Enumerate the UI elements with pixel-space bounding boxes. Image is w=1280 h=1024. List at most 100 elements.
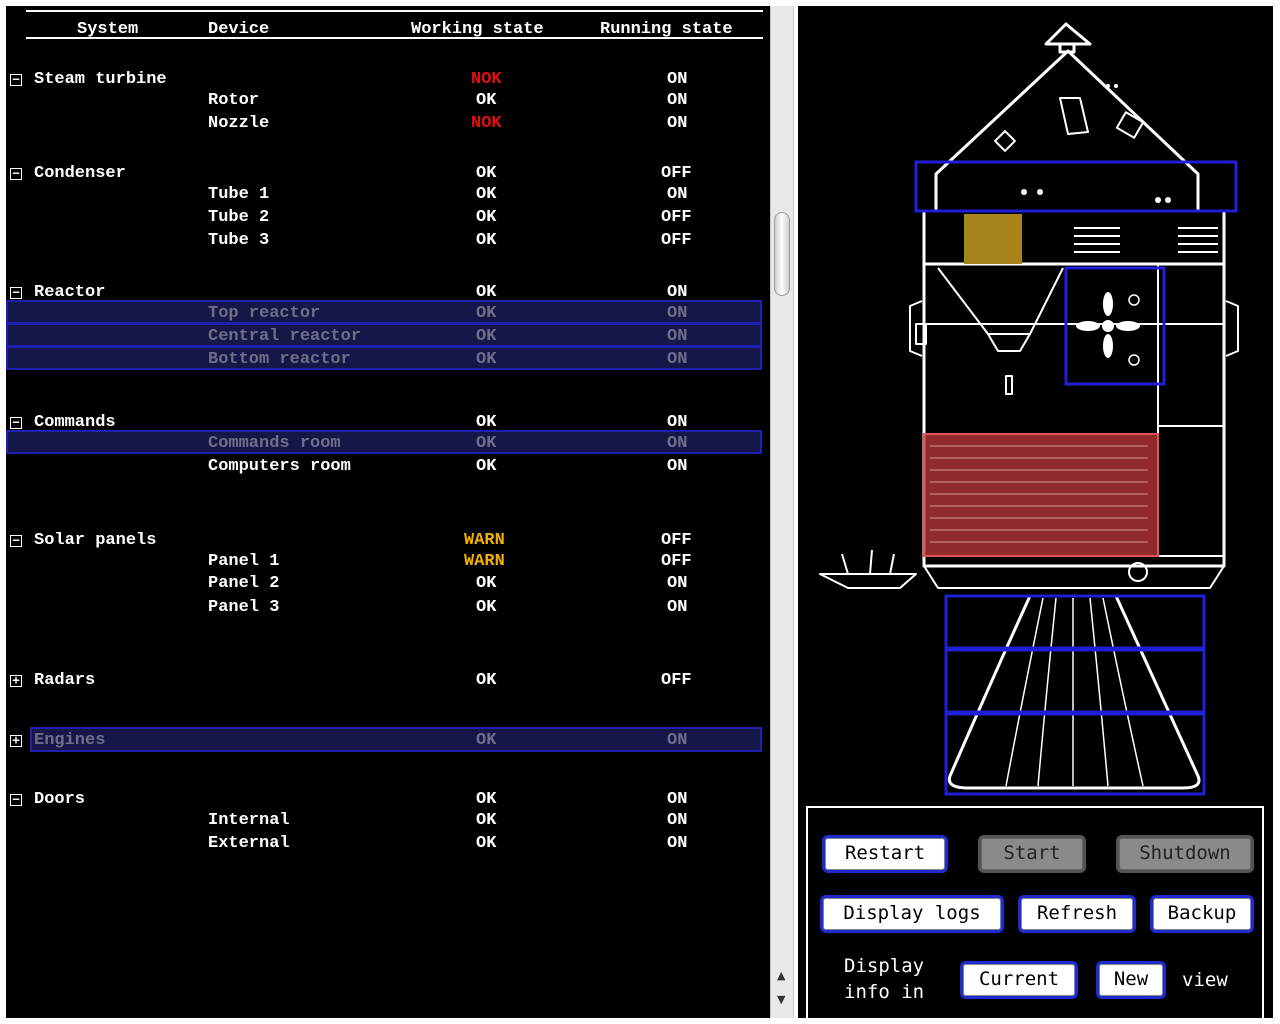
device-name[interactable]: Commands room bbox=[208, 434, 341, 454]
expand-icon[interactable]: + bbox=[10, 674, 22, 687]
scroll-down-arrow-icon[interactable]: ▼ bbox=[777, 994, 785, 1005]
device-running-state: ON bbox=[667, 91, 688, 110]
scroll-up-arrow-icon[interactable]: ▲ bbox=[777, 970, 785, 981]
device-working-state: NOK bbox=[471, 114, 502, 133]
group-name[interactable]: Steam turbine bbox=[34, 70, 167, 90]
capsule-skirt bbox=[923, 565, 1225, 589]
spacecraft-schematic bbox=[819, 22, 1239, 796]
device-working-state: OK bbox=[476, 457, 497, 476]
collapse-icon[interactable]: − bbox=[10, 73, 22, 86]
group-running-state: OFF bbox=[661, 531, 692, 550]
device-running-state: OFF bbox=[661, 552, 692, 571]
device-running-state: ON bbox=[667, 434, 688, 453]
device-working-state: OK bbox=[476, 598, 497, 617]
group-name[interactable]: Doors bbox=[34, 790, 85, 810]
device-name[interactable]: Panel 1 bbox=[208, 552, 279, 572]
group-working-state: NOK bbox=[471, 70, 502, 89]
collapse-icon[interactable]: − bbox=[10, 416, 22, 429]
group-working-state: OK bbox=[476, 164, 497, 183]
header-rule-bottom bbox=[26, 37, 763, 39]
vertical-scrollbar[interactable]: ▲ ▼ bbox=[770, 6, 794, 1018]
device-running-state: ON bbox=[667, 811, 688, 830]
device-name[interactable]: Rotor bbox=[208, 91, 259, 111]
device-name[interactable]: Nozzle bbox=[208, 114, 269, 134]
new-view-button[interactable]: New bbox=[1096, 961, 1166, 999]
refresh-button[interactable]: Refresh bbox=[1018, 895, 1136, 933]
device-name[interactable]: Central reactor bbox=[208, 327, 361, 347]
group-running-state: OFF bbox=[661, 671, 692, 690]
group-working-state: OK bbox=[476, 731, 497, 750]
header-rule-top bbox=[26, 10, 763, 12]
device-running-state: ON bbox=[667, 598, 688, 617]
shutdown-button[interactable]: Shutdown bbox=[1116, 835, 1254, 873]
group-name[interactable]: Engines bbox=[34, 731, 105, 751]
expand-icon[interactable]: + bbox=[10, 734, 22, 747]
device-working-state: WARN bbox=[464, 552, 505, 571]
device-running-state: ON bbox=[667, 304, 688, 323]
system-status-table: System Device Working state Running stat… bbox=[6, 6, 770, 1018]
spacecraft-panel: Restart Start Shutdown Display logs Refr… bbox=[798, 6, 1273, 1018]
device-name[interactable]: Panel 2 bbox=[208, 574, 279, 594]
collapse-icon[interactable]: − bbox=[10, 534, 22, 547]
group-working-state: WARN bbox=[464, 531, 505, 550]
collapse-icon[interactable]: − bbox=[10, 167, 22, 180]
device-running-state: ON bbox=[667, 327, 688, 346]
device-running-state: ON bbox=[667, 574, 688, 593]
device-running-state: OFF bbox=[661, 231, 692, 250]
device-name[interactable]: Top reactor bbox=[208, 304, 320, 324]
group-name[interactable]: Solar panels bbox=[34, 531, 156, 551]
group-running-state: OFF bbox=[661, 164, 692, 183]
device-name[interactable]: Computers room bbox=[208, 457, 351, 477]
red-compartment bbox=[923, 433, 1159, 557]
device-working-state: OK bbox=[476, 327, 497, 346]
device-running-state: ON bbox=[667, 114, 688, 133]
scrollbar-thumb[interactable] bbox=[774, 212, 790, 296]
device-working-state: OK bbox=[476, 91, 497, 110]
row-highlight bbox=[6, 300, 762, 324]
row-highlight bbox=[6, 430, 762, 454]
display-info-label-line2: info in bbox=[844, 981, 925, 1003]
group-working-state: OK bbox=[476, 671, 497, 690]
device-working-state: OK bbox=[476, 350, 497, 369]
group-name[interactable]: Condenser bbox=[34, 164, 126, 184]
device-running-state: ON bbox=[667, 834, 688, 853]
highlight-engine-section-3 bbox=[944, 712, 1206, 796]
device-running-state: OFF bbox=[661, 208, 692, 227]
group-working-state: OK bbox=[476, 790, 497, 809]
device-name[interactable]: Internal bbox=[208, 811, 290, 831]
device-working-state: OK bbox=[476, 304, 497, 323]
group-name[interactable]: Radars bbox=[34, 671, 95, 691]
group-running-state: ON bbox=[667, 731, 688, 750]
highlight-hatch-region bbox=[914, 160, 1238, 213]
device-name[interactable]: Panel 3 bbox=[208, 598, 279, 618]
device-working-state: OK bbox=[476, 208, 497, 227]
device-working-state: OK bbox=[476, 574, 497, 593]
row-highlight bbox=[6, 323, 762, 347]
row-highlight bbox=[6, 346, 762, 370]
highlight-engine-section-1 bbox=[944, 594, 1206, 650]
engine-nozzle bbox=[947, 594, 1201, 790]
device-name[interactable]: Bottom reactor bbox=[208, 350, 351, 370]
device-working-state: OK bbox=[476, 185, 497, 204]
display-info-label-line1: Display bbox=[844, 955, 925, 977]
current-view-button[interactable]: Current bbox=[960, 961, 1078, 999]
backup-button[interactable]: Backup bbox=[1150, 895, 1254, 933]
device-running-state: ON bbox=[667, 185, 688, 204]
view-label: view bbox=[1182, 969, 1228, 991]
device-name[interactable]: External bbox=[208, 834, 290, 854]
restart-button[interactable]: Restart bbox=[822, 835, 948, 873]
collapse-icon[interactable]: − bbox=[10, 793, 22, 806]
row-highlight bbox=[30, 727, 762, 752]
start-button[interactable]: Start bbox=[978, 835, 1086, 873]
device-working-state: OK bbox=[476, 434, 497, 453]
device-name[interactable]: Tube 3 bbox=[208, 231, 269, 251]
device-working-state: OK bbox=[476, 811, 497, 830]
device-working-state: OK bbox=[476, 231, 497, 250]
device-name[interactable]: Tube 2 bbox=[208, 208, 269, 228]
device-name[interactable]: Tube 1 bbox=[208, 185, 269, 205]
device-running-state: ON bbox=[667, 350, 688, 369]
group-running-state: ON bbox=[667, 790, 688, 809]
collapse-icon[interactable]: − bbox=[10, 286, 22, 299]
display-logs-button[interactable]: Display logs bbox=[820, 895, 1004, 933]
device-working-state: OK bbox=[476, 834, 497, 853]
